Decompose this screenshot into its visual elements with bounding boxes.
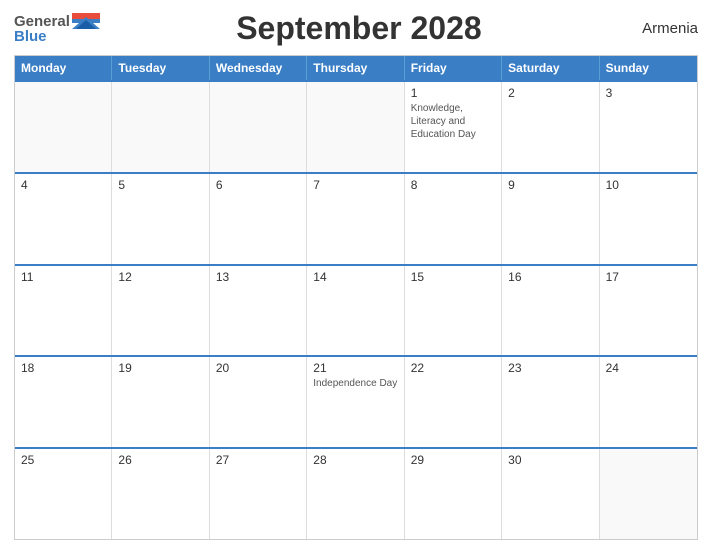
calendar-header-sunday: Sunday (600, 56, 697, 80)
country-label: Armenia (618, 20, 698, 37)
calendar-cell: 25 (15, 449, 112, 539)
calendar-cell: 7 (307, 174, 404, 264)
calendar-cell: 19 (112, 357, 209, 447)
day-number: 24 (606, 361, 691, 375)
day-number: 2 (508, 86, 592, 100)
logo-general-text: General (14, 14, 70, 29)
day-number: 17 (606, 270, 691, 284)
day-number: 1 (411, 86, 495, 100)
calendar-cell: 9 (502, 174, 599, 264)
calendar-cell (112, 82, 209, 172)
logo-flag-icon (72, 13, 100, 29)
calendar-cell: 29 (405, 449, 502, 539)
logo-blue-text: Blue (14, 29, 47, 44)
day-number: 14 (313, 270, 397, 284)
day-number: 25 (21, 453, 105, 467)
calendar-cell: 21 Independence Day (307, 357, 404, 447)
calendar-cell (307, 82, 404, 172)
day-number: 4 (21, 178, 105, 192)
calendar-cell: 23 (502, 357, 599, 447)
calendar-header-wednesday: Wednesday (210, 56, 307, 80)
calendar-cell: 26 (112, 449, 209, 539)
calendar-week-1: 1 Knowledge, Literacy and Education Day 23 (15, 80, 697, 172)
calendar-header-row: MondayTuesdayWednesdayThursdayFridaySatu… (15, 56, 697, 80)
calendar-cell: 27 (210, 449, 307, 539)
calendar-week-5: 25 26 27 28 29 30 (15, 447, 697, 539)
calendar-week-2: 456789 10 (15, 172, 697, 264)
day-number: 16 (508, 270, 592, 284)
day-number: 28 (313, 453, 397, 467)
day-number: 12 (118, 270, 202, 284)
day-number: 23 (508, 361, 592, 375)
day-number: 13 (216, 270, 300, 284)
calendar-cell: 10 (600, 174, 697, 264)
header: General Blue September 2028 Armenia (14, 10, 698, 47)
calendar-cell: 17 (600, 266, 697, 356)
calendar-cell: 24 (600, 357, 697, 447)
day-number: 9 (508, 178, 592, 192)
calendar-cell (600, 449, 697, 539)
calendar-header-friday: Friday (405, 56, 502, 80)
calendar-cell: 28 (307, 449, 404, 539)
day-number: 30 (508, 453, 592, 467)
calendar-header-saturday: Saturday (502, 56, 599, 80)
day-number: 5 (118, 178, 202, 192)
day-number: 3 (606, 86, 691, 100)
calendar-cell: 2 (502, 82, 599, 172)
calendar-header-thursday: Thursday (307, 56, 404, 80)
calendar-week-3: 11 12 13 14 15 16 17 (15, 264, 697, 356)
calendar-header-monday: Monday (15, 56, 112, 80)
day-event: Independence Day (313, 377, 397, 390)
calendar-title: September 2028 (100, 10, 618, 47)
calendar-cell: 8 (405, 174, 502, 264)
calendar-cell: 18 (15, 357, 112, 447)
calendar-cell: 1 Knowledge, Literacy and Education Day (405, 82, 502, 172)
calendar-cell: 16 (502, 266, 599, 356)
day-number: 11 (21, 270, 105, 284)
day-number: 21 (313, 361, 397, 375)
calendar-cell: 20 (210, 357, 307, 447)
calendar-cell: 30 (502, 449, 599, 539)
calendar-cell: 22 (405, 357, 502, 447)
day-number: 10 (606, 178, 691, 192)
calendar-cell: 15 (405, 266, 502, 356)
day-number: 6 (216, 178, 300, 192)
calendar-week-4: 18 19 20 21 Independence Day 22 23 24 (15, 355, 697, 447)
day-number: 20 (216, 361, 300, 375)
day-number: 29 (411, 453, 495, 467)
calendar-cell: 3 (600, 82, 697, 172)
calendar-cell: 12 (112, 266, 209, 356)
calendar-cell: 4 (15, 174, 112, 264)
day-event: Knowledge, Literacy and Education Day (411, 102, 495, 141)
calendar-cell: 13 (210, 266, 307, 356)
day-number: 19 (118, 361, 202, 375)
logo: General Blue (14, 13, 100, 44)
calendar-cell (15, 82, 112, 172)
calendar-cell: 11 (15, 266, 112, 356)
day-number: 18 (21, 361, 105, 375)
calendar-body: 1Knowledge, Literacy and Education Day23… (15, 80, 697, 539)
calendar-cell: 5 (112, 174, 209, 264)
day-number: 8 (411, 178, 495, 192)
calendar-cell: 6 (210, 174, 307, 264)
calendar-header-tuesday: Tuesday (112, 56, 209, 80)
page: General Blue September 2028 Armenia Mond… (0, 0, 712, 550)
calendar-cell (210, 82, 307, 172)
calendar: MondayTuesdayWednesdayThursdayFridaySatu… (14, 55, 698, 540)
calendar-cell: 14 (307, 266, 404, 356)
day-number: 7 (313, 178, 397, 192)
day-number: 22 (411, 361, 495, 375)
day-number: 27 (216, 453, 300, 467)
day-number: 15 (411, 270, 495, 284)
day-number: 26 (118, 453, 202, 467)
